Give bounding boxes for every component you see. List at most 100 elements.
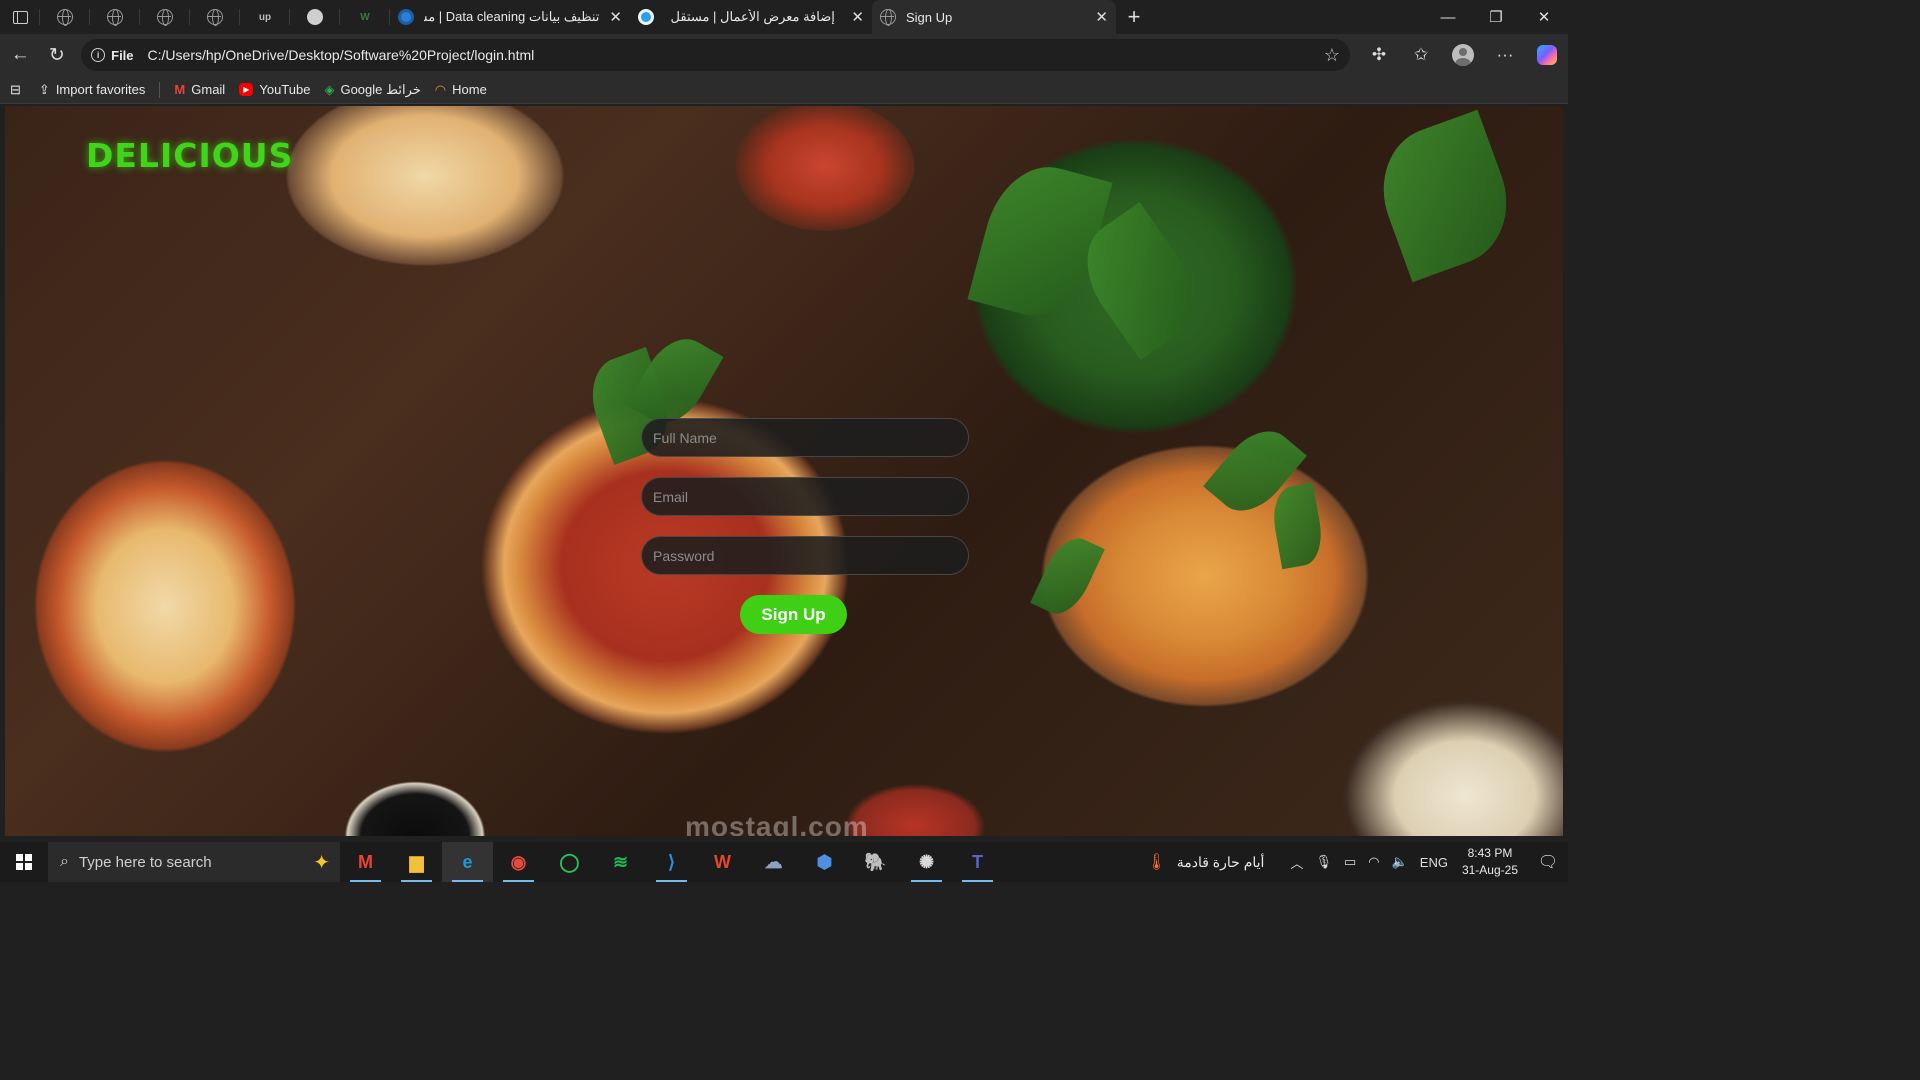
- more-menu-button[interactable]: ···: [1484, 37, 1526, 73]
- email-field-wrapper: [641, 477, 969, 516]
- import-favorites-label: Import favorites: [55, 82, 146, 97]
- taskbar-app-button[interactable]: ✺: [901, 842, 952, 882]
- windows-taskbar: ⌕ Type here to search ✦ M ▆ e ◉ ◯ ≋ ⟩ W ☁ ⬢ 🐘 ✺ T 🌡 …: [0, 842, 1568, 882]
- notifications-button[interactable]: 🗨: [1528, 852, 1568, 872]
- browser-toolbar: ✣ ✩ ···: [1358, 37, 1568, 73]
- postgres-icon: 🐘: [864, 851, 887, 872]
- taskbar-app-button[interactable]: 🐘: [850, 842, 901, 882]
- copilot-icon: [1537, 45, 1558, 65]
- copilot-button[interactable]: [1526, 37, 1568, 73]
- favorite-label: Home: [452, 82, 487, 97]
- pinned-tab-wuzzuf[interactable]: W: [340, 0, 390, 34]
- notification-icon: 🗨: [1537, 854, 1559, 871]
- refresh-button[interactable]: ↻: [39, 37, 76, 73]
- taskbar-app-button[interactable]: ⟩: [646, 842, 697, 882]
- tab-portfolio[interactable]: إضافة معرض الأعمال | مستقل ✕: [630, 0, 872, 34]
- restore-button[interactable]: ❐: [1472, 0, 1520, 34]
- tab-actions-button[interactable]: [0, 0, 40, 34]
- close-icon[interactable]: ✕: [599, 8, 622, 26]
- weather-app-icon: ☁: [764, 851, 783, 872]
- scheme-label: File: [111, 47, 134, 63]
- wifi-icon[interactable]: ◠: [1368, 854, 1379, 870]
- taskbar-app-button[interactable]: M: [340, 842, 391, 882]
- taskbar-app-button[interactable]: ≋: [595, 842, 646, 882]
- new-tab-button[interactable]: +: [1116, 0, 1152, 34]
- taskbar-app-button[interactable]: ◯: [544, 842, 595, 882]
- weather-widget[interactable]: 🌡 أيام حارة قادمة: [1146, 852, 1264, 872]
- favorite-youtube[interactable]: ▶ YouTube: [239, 82, 310, 97]
- close-icon: ✕: [1537, 9, 1551, 26]
- tab-actions-icon: [12, 10, 28, 24]
- microphone-icon[interactable]: 🎙: [1315, 854, 1332, 870]
- tab-title: تنظيف بيانات Data cleaning | مستقل: [424, 9, 600, 24]
- password-input[interactable]: [653, 547, 957, 564]
- pinned-tab-4[interactable]: [190, 0, 240, 34]
- favorites-bar: ⊟ ⇪ Import favorites M Gmail ▶ YouTube ◈…: [0, 76, 1568, 104]
- taskbar-app-button[interactable]: ⬢: [799, 842, 850, 882]
- sign-up-button[interactable]: Sign Up: [740, 595, 847, 634]
- favorite-label: Google خرائط: [340, 81, 421, 97]
- globe-icon: [157, 9, 173, 26]
- basil-leaf: [1268, 482, 1327, 570]
- taskbar-app-button[interactable]: ▆: [391, 842, 442, 882]
- taskbar-app-button[interactable]: ◉: [493, 842, 544, 882]
- watermark: mostaql.com: [685, 811, 869, 836]
- show-hidden-icons-icon[interactable]: ︿: [1290, 853, 1303, 872]
- more-dots-icon: ···: [1496, 45, 1514, 64]
- pinned-tab-2[interactable]: [90, 0, 140, 34]
- pinned-tab-upwork[interactable]: up: [240, 0, 290, 34]
- close-icon[interactable]: ✕: [841, 8, 864, 26]
- back-button[interactable]: ←: [2, 37, 39, 73]
- search-icon: ⌕: [60, 853, 69, 870]
- avatar: [1452, 44, 1475, 66]
- close-icon[interactable]: ✕: [1085, 8, 1108, 26]
- language-indicator[interactable]: ENG: [1420, 855, 1448, 870]
- search-placeholder: Type here to search: [78, 853, 212, 871]
- pinned-tab-github[interactable]: [290, 0, 340, 34]
- tab-title: Sign Up: [906, 9, 953, 25]
- favorite-google-maps[interactable]: ◈ Google خرائط: [324, 82, 420, 98]
- vscode-icon: ⟩: [667, 851, 676, 872]
- extensions-button[interactable]: ✣: [1358, 37, 1400, 73]
- clock-date: 31-Aug-25: [1461, 863, 1518, 877]
- import-favorites-link[interactable]: ⇪ Import favorites: [39, 82, 146, 98]
- globe-icon: [57, 9, 73, 26]
- globe-icon: [207, 9, 223, 26]
- taskbar-app-button[interactable]: e: [442, 842, 493, 882]
- email-input[interactable]: [653, 488, 957, 505]
- close-window-button[interactable]: ✕: [1520, 0, 1568, 34]
- browser-tab-strip: up W تنظيف بيانات Data cleaning | مستقل …: [0, 0, 1568, 34]
- favorite-label: YouTube: [259, 82, 311, 97]
- volume-icon[interactable]: 🔈: [1392, 854, 1408, 870]
- taskbar-search[interactable]: ⌕ Type here to search ✦: [48, 842, 340, 882]
- battery-icon[interactable]: ▭: [1344, 854, 1356, 870]
- favorite-home[interactable]: ◠ Home: [435, 82, 487, 98]
- taskbar-app-button[interactable]: ☁: [748, 842, 799, 882]
- full-name-input[interactable]: [653, 429, 957, 446]
- brand-logo: DELICIOUS: [86, 136, 294, 175]
- password-field-wrapper: [641, 536, 969, 575]
- tab-sign-up[interactable]: Sign Up ✕: [872, 0, 1116, 34]
- url-text[interactable]: C:/Users/hp/OneDrive/Desktop/Software%20…: [148, 47, 1324, 63]
- clock[interactable]: 8:43 PM 31-Aug-25: [1462, 845, 1518, 879]
- site-info-icon[interactable]: i: [91, 48, 106, 62]
- profile-button[interactable]: [1442, 37, 1484, 73]
- taskbar-apps: M ▆ e ◉ ◯ ≋ ⟩ W ☁ ⬢ 🐘 ✺ T: [340, 842, 1003, 882]
- start-button[interactable]: [0, 842, 48, 882]
- taskbar-app-button[interactable]: T: [952, 842, 1003, 882]
- address-input[interactable]: i File C:/Users/hp/OneDrive/Desktop/Soft…: [81, 39, 1351, 71]
- taskbar-app-button[interactable]: W: [697, 842, 748, 882]
- minimize-button[interactable]: —: [1424, 0, 1472, 34]
- puzzle-icon: ✣: [1371, 45, 1387, 64]
- pinned-tab-3[interactable]: [140, 0, 190, 34]
- favorite-gmail[interactable]: M Gmail: [174, 82, 225, 97]
- tab-data-cleaning[interactable]: تنظيف بيانات Data cleaning | مستقل ✕: [390, 0, 630, 34]
- globe-icon: [107, 9, 123, 26]
- tab-title: إضافة معرض الأعمال | مستقل: [670, 9, 835, 24]
- pinned-tab-1[interactable]: [40, 0, 90, 34]
- favorites-button[interactable]: ✩: [1400, 37, 1442, 73]
- favorite-star-icon[interactable]: ☆: [1324, 45, 1340, 66]
- youtube-icon: ▶: [239, 83, 254, 96]
- import-icon: ⇪: [38, 81, 50, 97]
- collections-icon[interactable]: ⊟: [10, 82, 21, 98]
